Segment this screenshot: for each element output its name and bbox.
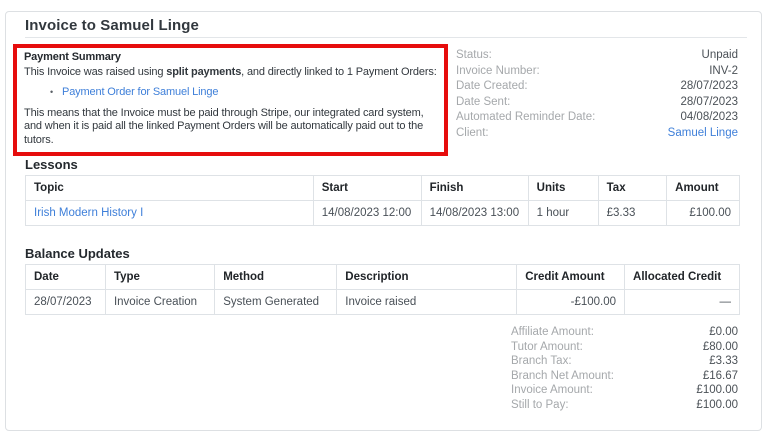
table-row: Irish Modern History I 14/08/2023 12:00 … [25,200,740,226]
total-label: Invoice Amount: [511,384,593,397]
balance-type-cell: Invoice Creation [104,289,216,315]
column-header-tax: Tax [597,175,668,201]
column-header-method: Method [214,264,338,290]
page-title: Invoice to Samuel Linge [25,17,200,34]
tutor-amount-value: £80.00 [702,340,738,353]
branch-tax-value: £3.33 [709,355,738,368]
column-header-type: Type [104,264,216,290]
column-header-topic: Topic [25,175,314,201]
lesson-start-cell: 14/08/2023 12:00 [312,200,422,226]
lesson-units-cell: 1 hour [527,200,599,226]
status-badge: Unpaid [701,49,738,61]
total-row-invoice-amount: Invoice Amount: £100.00 [511,383,738,398]
lessons-heading: Lessons [25,157,78,172]
lessons-header-row: Topic Start Finish Units Tax Amount [25,175,740,201]
payment-order-link[interactable]: Payment Order for Samuel Linge [62,86,218,100]
balance-credit-amount-cell: -£100.00 [516,289,626,315]
affiliate-amount-value: £0.00 [709,326,738,338]
column-header-start: Start [312,175,422,201]
total-label: Tutor Amount: [511,340,583,353]
column-header-allocated-credit: Allocated Credit [624,264,740,290]
total-row-branch-net-amount: Branch Net Amount: £16.67 [511,369,738,384]
detail-label: Status: [456,49,492,61]
detail-row-reminder-date: Automated Reminder Date: 04/08/2023 [456,110,738,126]
balance-updates-table: Date Type Method Description Credit Amou… [25,264,740,315]
client-link[interactable]: Samuel Linge [668,126,738,142]
lesson-topic-link[interactable]: Irish Modern History I [34,207,143,219]
balance-method-cell: System Generated [214,289,338,315]
column-header-description: Description [336,264,518,290]
invoice-totals-panel: Affiliate Amount: £0.00 Tutor Amount: £8… [511,325,738,413]
total-label: Still to Pay: [511,398,569,411]
payment-order-list-item: • Payment Order for Samuel Linge [50,86,437,100]
column-header-units: Units [527,175,599,201]
title-divider [25,37,747,38]
lesson-amount-cell: £100.00 [666,200,740,226]
invoice-details-panel: Status: Unpaid Invoice Number: INV-2 Dat… [456,48,738,142]
total-row-branch-tax: Branch Tax: £3.33 [511,354,738,369]
column-header-finish: Finish [420,175,529,201]
detail-row-invoice-number: Invoice Number: INV-2 [456,64,738,80]
column-header-amount: Amount [666,175,740,201]
invoice-amount-value: £100.00 [696,384,738,397]
detail-row-date-created: Date Created: 28/07/2023 [456,79,738,95]
detail-label: Date Created: [456,80,528,93]
detail-label: Date Sent: [456,95,511,108]
total-row-tutor-amount: Tutor Amount: £80.00 [511,340,738,355]
detail-row-date-sent: Date Sent: 28/07/2023 [456,95,738,111]
balance-description-cell: Invoice raised [336,289,518,315]
total-row-affiliate-amount: Affiliate Amount: £0.00 [511,325,738,340]
summary-text-bold: split payments [166,65,242,78]
invoice-card: Invoice to Samuel Linge Payment Summary … [5,11,762,431]
table-row: 28/07/2023 Invoice Creation System Gener… [25,289,740,315]
date-sent-value: 28/07/2023 [680,95,738,108]
detail-row-status: Status: Unpaid [456,48,738,64]
detail-label: Invoice Number: [456,64,540,77]
total-label: Branch Net Amount: [511,369,614,382]
total-row-still-to-pay: Still to Pay: £100.00 [511,398,738,413]
detail-label: Automated Reminder Date: [456,111,596,124]
column-header-date: Date [25,264,106,290]
still-to-pay-value: £100.00 [696,398,738,411]
lesson-tax-cell: £3.33 [597,200,668,226]
summary-text-suffix: , and directly linked to 1 Payment Order… [241,65,437,78]
lesson-topic-cell: Irish Modern History I [25,200,314,226]
total-label: Affiliate Amount: [511,326,594,338]
payment-summary-line: This Invoice was raised using split paym… [24,66,437,80]
date-created-value: 28/07/2023 [680,80,738,93]
lesson-finish-cell: 14/08/2023 13:00 [420,200,529,226]
detail-label: Client: [456,126,489,139]
lessons-table: Topic Start Finish Units Tax Amount Iris… [25,175,740,226]
payment-summary-heading: Payment Summary [24,51,121,63]
invoice-number-value: INV-2 [709,64,738,77]
detail-row-client: Client: Samuel Linge [456,126,738,142]
balance-allocated-credit-cell: — [624,289,740,315]
bullet-icon: • [50,87,54,97]
payment-summary-paragraph: This means that the Invoice must be paid… [24,106,424,146]
balance-header-row: Date Type Method Description Credit Amou… [25,264,740,290]
branch-net-amount-value: £16.67 [702,369,738,382]
payment-summary-highlight-box: Payment Summary This Invoice was raised … [13,44,448,156]
balance-date-cell: 28/07/2023 [25,289,106,315]
reminder-date-value: 04/08/2023 [680,111,738,124]
summary-text-prefix: This Invoice was raised using [24,65,167,78]
balance-updates-heading: Balance Updates [25,246,130,261]
column-header-credit-amount: Credit Amount [516,264,626,290]
total-label: Branch Tax: [511,355,572,368]
